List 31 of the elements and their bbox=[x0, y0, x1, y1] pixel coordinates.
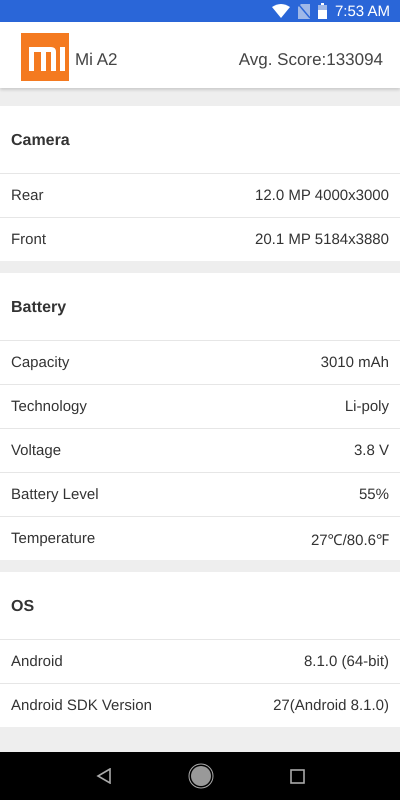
spec-label: Battery Level bbox=[11, 486, 99, 503]
device-name: Mi A2 bbox=[75, 50, 118, 70]
spec-label: Capacity bbox=[11, 354, 70, 371]
battery-icon bbox=[318, 3, 327, 19]
back-icon[interactable] bbox=[96, 768, 112, 784]
spec-value: 27℃/80.6℉ bbox=[310, 530, 389, 548]
spec-label: Voltage bbox=[11, 442, 62, 459]
logo-icon bbox=[21, 33, 69, 81]
spec-label: Temperature bbox=[11, 530, 96, 547]
spec-value: 12.0 MP 4000x3000 bbox=[255, 187, 389, 204]
recents-icon[interactable] bbox=[290, 768, 304, 784]
spec-label: Technology bbox=[11, 398, 87, 415]
spec-value: 27(Android 8.1.0) bbox=[273, 697, 389, 714]
spec-label: Front bbox=[11, 231, 46, 248]
spec-value: 3.8 V bbox=[354, 442, 389, 459]
section-title: Battery bbox=[10, 298, 68, 318]
clock: 7:53 AM bbox=[334, 2, 390, 20]
no-sim-icon bbox=[298, 4, 310, 18]
section-title: Camera bbox=[10, 131, 71, 151]
spec-value: 8.1.0 (64-bit) bbox=[304, 653, 389, 670]
wifi-icon bbox=[272, 4, 290, 18]
spec-value: 55% bbox=[358, 486, 389, 503]
spec-label: Android SDK Version bbox=[11, 697, 152, 714]
spec-value: Li-poly bbox=[344, 398, 389, 415]
home-icon[interactable] bbox=[188, 763, 214, 789]
spec-label: Rear bbox=[11, 187, 44, 204]
section-title: OS bbox=[10, 597, 36, 617]
spec-label: Android bbox=[11, 653, 63, 670]
spec-value: 3010 mAh bbox=[320, 354, 389, 371]
score-label: Avg. Score:133094 bbox=[238, 50, 383, 70]
spec-value: 20.1 MP 5184x3880 bbox=[255, 231, 389, 248]
